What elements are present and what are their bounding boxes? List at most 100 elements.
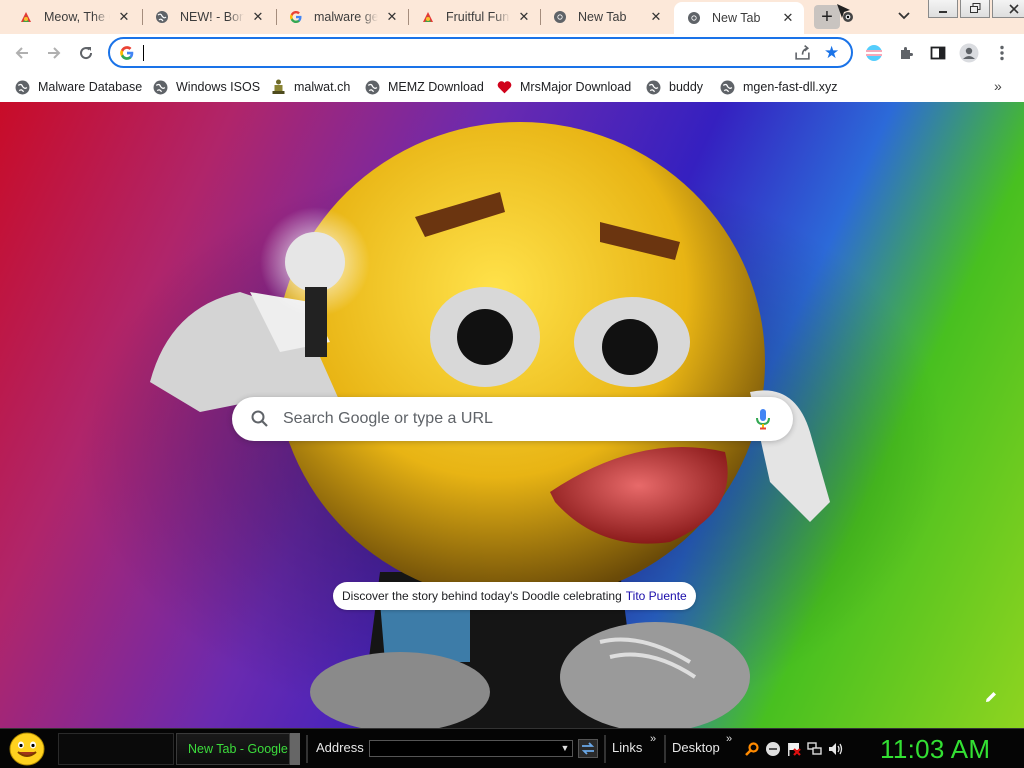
customize-page-button[interactable] xyxy=(980,686,1002,708)
taskbar-button-label: New Tab - Google Chrome xyxy=(188,742,289,756)
eye-cursor-icon xyxy=(837,4,853,22)
close-icon[interactable]: ✕ xyxy=(648,9,664,25)
action-center-flag-icon[interactable] xyxy=(786,741,802,757)
go-button[interactable] xyxy=(578,739,598,758)
bookmark-label: Windows ISOS xyxy=(176,80,261,94)
globe-icon xyxy=(14,79,30,95)
forward-button[interactable] xyxy=(42,41,66,65)
tab-new-tab-1[interactable]: New Tab ✕ xyxy=(540,0,672,34)
start-button[interactable] xyxy=(6,731,48,767)
close-icon[interactable]: ✕ xyxy=(780,10,796,26)
tab-meow[interactable]: Meow, The Cat ✕ xyxy=(0,0,140,34)
tab-title: Meow, The Cat xyxy=(44,10,110,24)
network-icon[interactable] xyxy=(807,741,823,757)
taskbar-scroll-grip[interactable] xyxy=(290,733,300,765)
back-button[interactable] xyxy=(10,41,34,65)
extension-flag-icon[interactable] xyxy=(864,43,884,63)
bookmark-label: malwat.ch xyxy=(294,80,351,94)
bookmark-label: Malware Database xyxy=(38,80,143,94)
profile-button[interactable] xyxy=(959,43,979,63)
doodle-share-chip[interactable]: Discover the story behind today's Doodle… xyxy=(333,582,696,610)
taskbar: New Tab - Google Chrome Address ▼ Links … xyxy=(0,728,1024,768)
tab-fruitful-fun[interactable]: Fruitful Fun - Home ✕ xyxy=(408,0,540,34)
restore-button[interactable] xyxy=(960,0,990,18)
bookmark-star-icon[interactable]: ★ xyxy=(824,43,839,63)
bookmark-buddy[interactable]: buddy xyxy=(645,76,703,98)
doodle-link[interactable]: Tito Puente xyxy=(626,589,687,603)
share-icon[interactable] xyxy=(794,44,811,61)
desktop-chevron[interactable]: » xyxy=(726,733,732,745)
browser-toolbar: ★ xyxy=(0,34,1024,72)
bookmark-mgen-fast-dll[interactable]: mgen-fast-dll.xyz xyxy=(719,76,837,98)
globe-icon xyxy=(719,79,735,95)
globe-icon xyxy=(152,79,168,95)
side-panel-button[interactable] xyxy=(928,43,948,63)
taskbar-button-chrome[interactable]: New Tab - Google Chrome xyxy=(176,733,290,765)
heart-icon xyxy=(496,79,512,95)
fruit-favicon xyxy=(420,9,436,25)
minimize-button[interactable] xyxy=(928,0,958,18)
desktop-toolbar-label[interactable]: Desktop xyxy=(672,740,720,755)
address-toolbar-label: Address xyxy=(316,740,364,755)
menu-button[interactable] xyxy=(992,43,1012,63)
fruit-favicon xyxy=(18,9,34,25)
tab-title: New Tab xyxy=(578,10,627,24)
forward-arrow-icon xyxy=(48,47,61,59)
bookmark-mrsmajor-download[interactable]: MrsMajor Download xyxy=(496,76,631,98)
back-arrow-icon xyxy=(15,47,28,59)
chrome-favicon xyxy=(552,9,568,25)
tab-malware-generator[interactable]: malware generator ✕ xyxy=(276,0,408,34)
bookmark-windows-isos[interactable]: Windows ISOS xyxy=(152,76,260,98)
go-arrows-icon xyxy=(578,739,598,758)
tab-strip: Meow, The Cat ✕ NEW! - BonziBuddy ✕ malw… xyxy=(0,0,1024,34)
volume-icon[interactable] xyxy=(828,741,844,757)
extensions-button[interactable] xyxy=(896,43,916,63)
close-icon[interactable]: ✕ xyxy=(516,9,532,25)
bookmark-memz-download[interactable]: MEMZ Download xyxy=(364,76,484,98)
new-tab-page: Discover the story behind today's Doodle… xyxy=(0,102,1024,728)
search-input[interactable] xyxy=(283,408,743,430)
reload-button[interactable] xyxy=(74,41,98,65)
system-clock[interactable]: 11:03 AM xyxy=(880,734,990,765)
tab-title: NEW! - BonziBuddy xyxy=(180,10,244,24)
messenger-icon[interactable] xyxy=(765,741,781,757)
google-favicon xyxy=(288,9,304,25)
bookmark-malware-database[interactable]: Malware Database xyxy=(14,76,142,98)
bookmark-malwat-ch[interactable]: malwat.ch xyxy=(270,76,350,98)
microphone-icon[interactable] xyxy=(754,408,772,430)
globe-favicon xyxy=(154,9,170,25)
google-search-box[interactable] xyxy=(232,397,793,441)
figure-icon xyxy=(270,79,286,95)
chevron-down-icon xyxy=(898,12,910,20)
window-controls xyxy=(928,0,1024,18)
bookmark-label: mgen-fast-dll.xyz xyxy=(743,80,838,94)
address-bar[interactable]: ★ xyxy=(108,37,853,68)
chevron-down-icon[interactable]: ▼ xyxy=(558,740,572,757)
smiley-start-icon xyxy=(9,732,45,766)
tab-title: New Tab xyxy=(712,11,761,25)
tab-title: Fruitful Fun - Home xyxy=(446,10,510,24)
links-chevron[interactable]: » xyxy=(650,733,656,745)
magnifier-icon[interactable] xyxy=(744,741,760,757)
close-icon[interactable]: ✕ xyxy=(250,9,266,25)
tab-search-button[interactable] xyxy=(894,8,914,26)
chrome-favicon xyxy=(686,10,702,26)
avatar-icon xyxy=(959,43,979,63)
omnibox-input[interactable] xyxy=(142,43,742,62)
bookmarks-bar: Malware Database Windows ISOS malwat.ch … xyxy=(0,72,1024,102)
search-icon xyxy=(251,410,268,427)
close-icon[interactable]: ✕ xyxy=(116,9,132,25)
bookmark-label: MrsMajor Download xyxy=(520,80,632,94)
pencil-icon xyxy=(986,692,996,702)
kebab-menu-icon xyxy=(1000,45,1004,61)
bookmark-label: buddy xyxy=(669,80,704,94)
bookmarks-overflow-button[interactable]: » xyxy=(994,78,1002,94)
tab-bonzi[interactable]: NEW! - BonziBuddy ✕ xyxy=(142,0,274,34)
google-icon xyxy=(120,46,134,60)
close-icon xyxy=(1009,3,1019,14)
tab-new-tab-active[interactable]: New Tab ✕ xyxy=(674,2,804,34)
links-toolbar-label[interactable]: Links xyxy=(612,740,642,755)
close-icon[interactable]: ✕ xyxy=(384,9,400,25)
close-window-button[interactable] xyxy=(992,0,1024,18)
taskbar-address-input[interactable] xyxy=(369,740,573,757)
